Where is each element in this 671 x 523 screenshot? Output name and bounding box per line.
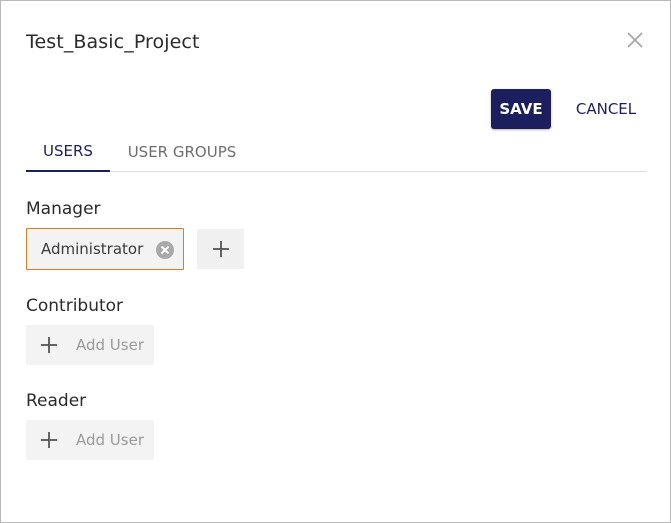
tab-bar: USERS USER GROUPS xyxy=(26,131,647,172)
tab-users[interactable]: USERS xyxy=(26,131,110,172)
add-reader-button[interactable]: Add User xyxy=(26,420,154,460)
permissions-dialog: Test_Basic_Project SAVE CANCEL USERS USE… xyxy=(0,0,671,523)
add-user-label: Add User xyxy=(76,431,144,449)
user-chip-administrator: Administrator xyxy=(26,228,184,270)
user-chip-label: Administrator xyxy=(41,240,144,258)
save-button[interactable]: SAVE xyxy=(491,89,551,129)
reader-label: Reader xyxy=(26,391,87,411)
remove-user-button[interactable] xyxy=(155,240,175,260)
dialog-title: Test_Basic_Project xyxy=(26,31,200,53)
manager-label: Manager xyxy=(26,199,101,219)
close-icon xyxy=(627,32,643,48)
tab-user-groups[interactable]: USER GROUPS xyxy=(114,131,250,172)
remove-circle-icon xyxy=(156,241,174,259)
plus-icon xyxy=(212,241,229,257)
plus-icon xyxy=(39,335,59,355)
add-manager-button[interactable] xyxy=(197,229,244,269)
add-user-label: Add User xyxy=(76,336,144,354)
cancel-button[interactable]: CANCEL xyxy=(565,89,647,129)
contributor-label: Contributor xyxy=(26,296,124,316)
plus-icon xyxy=(39,430,59,450)
close-button[interactable] xyxy=(623,28,647,52)
add-contributor-button[interactable]: Add User xyxy=(26,325,154,365)
